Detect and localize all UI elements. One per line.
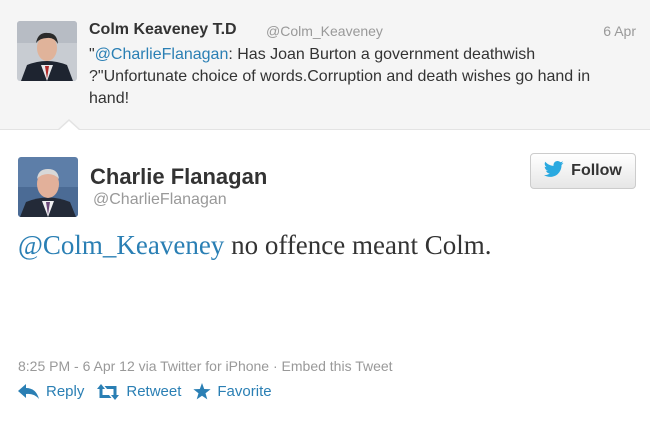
- meta-separator: ·: [269, 358, 282, 374]
- parent-tweet-date[interactable]: 6 Apr: [603, 23, 636, 39]
- reply-arrow-icon: [18, 383, 40, 400]
- main-author-name[interactable]: Charlie Flanagan: [90, 164, 267, 190]
- tweet-timestamp[interactable]: 8:25 PM - 6 Apr 12 via Twitter for iPhon…: [18, 358, 269, 374]
- parent-author-handle[interactable]: @Colm_Keaveney: [266, 23, 383, 39]
- tweet-actions: Reply Retweet Favorite: [18, 383, 284, 400]
- retweet-label: Retweet: [126, 383, 182, 400]
- reply-caret-fill: [58, 121, 80, 131]
- main-author-handle[interactable]: @CharlieFlanagan: [93, 191, 227, 209]
- parent-mention-link[interactable]: @CharlieFlanagan: [95, 46, 229, 63]
- main-avatar[interactable]: [18, 157, 78, 217]
- retweet-icon: [96, 383, 120, 400]
- favorite-label: Favorite: [217, 383, 272, 400]
- parent-tweet: Colm Keaveney T.D @Colm_Keaveney 6 Apr "…: [0, 0, 650, 130]
- star-icon: [193, 383, 211, 400]
- tweet-metadata: 8:25 PM - 6 Apr 12 via Twitter for iPhon…: [18, 358, 393, 374]
- parent-author-name[interactable]: Colm Keaveney T.D: [89, 21, 237, 39]
- main-text-body: no offence meant Colm.: [224, 230, 492, 260]
- follow-button[interactable]: Follow: [530, 153, 636, 189]
- twitter-bird-icon: [544, 160, 564, 182]
- main-mention-link[interactable]: @Colm_Keaveney: [18, 230, 224, 260]
- embed-tweet-link[interactable]: Embed this Tweet: [282, 358, 393, 374]
- main-tweet-text: @Colm_Keaveney no offence meant Colm.: [18, 230, 638, 261]
- parent-avatar[interactable]: [17, 21, 77, 81]
- follow-label: Follow: [571, 162, 622, 179]
- favorite-button[interactable]: Favorite: [193, 383, 272, 400]
- reply-label: Reply: [46, 383, 85, 400]
- retweet-button[interactable]: Retweet: [96, 383, 181, 400]
- parent-tweet-text: "@CharlieFlanagan: Has Joan Burton a gov…: [89, 44, 634, 110]
- reply-button[interactable]: Reply: [18, 383, 84, 400]
